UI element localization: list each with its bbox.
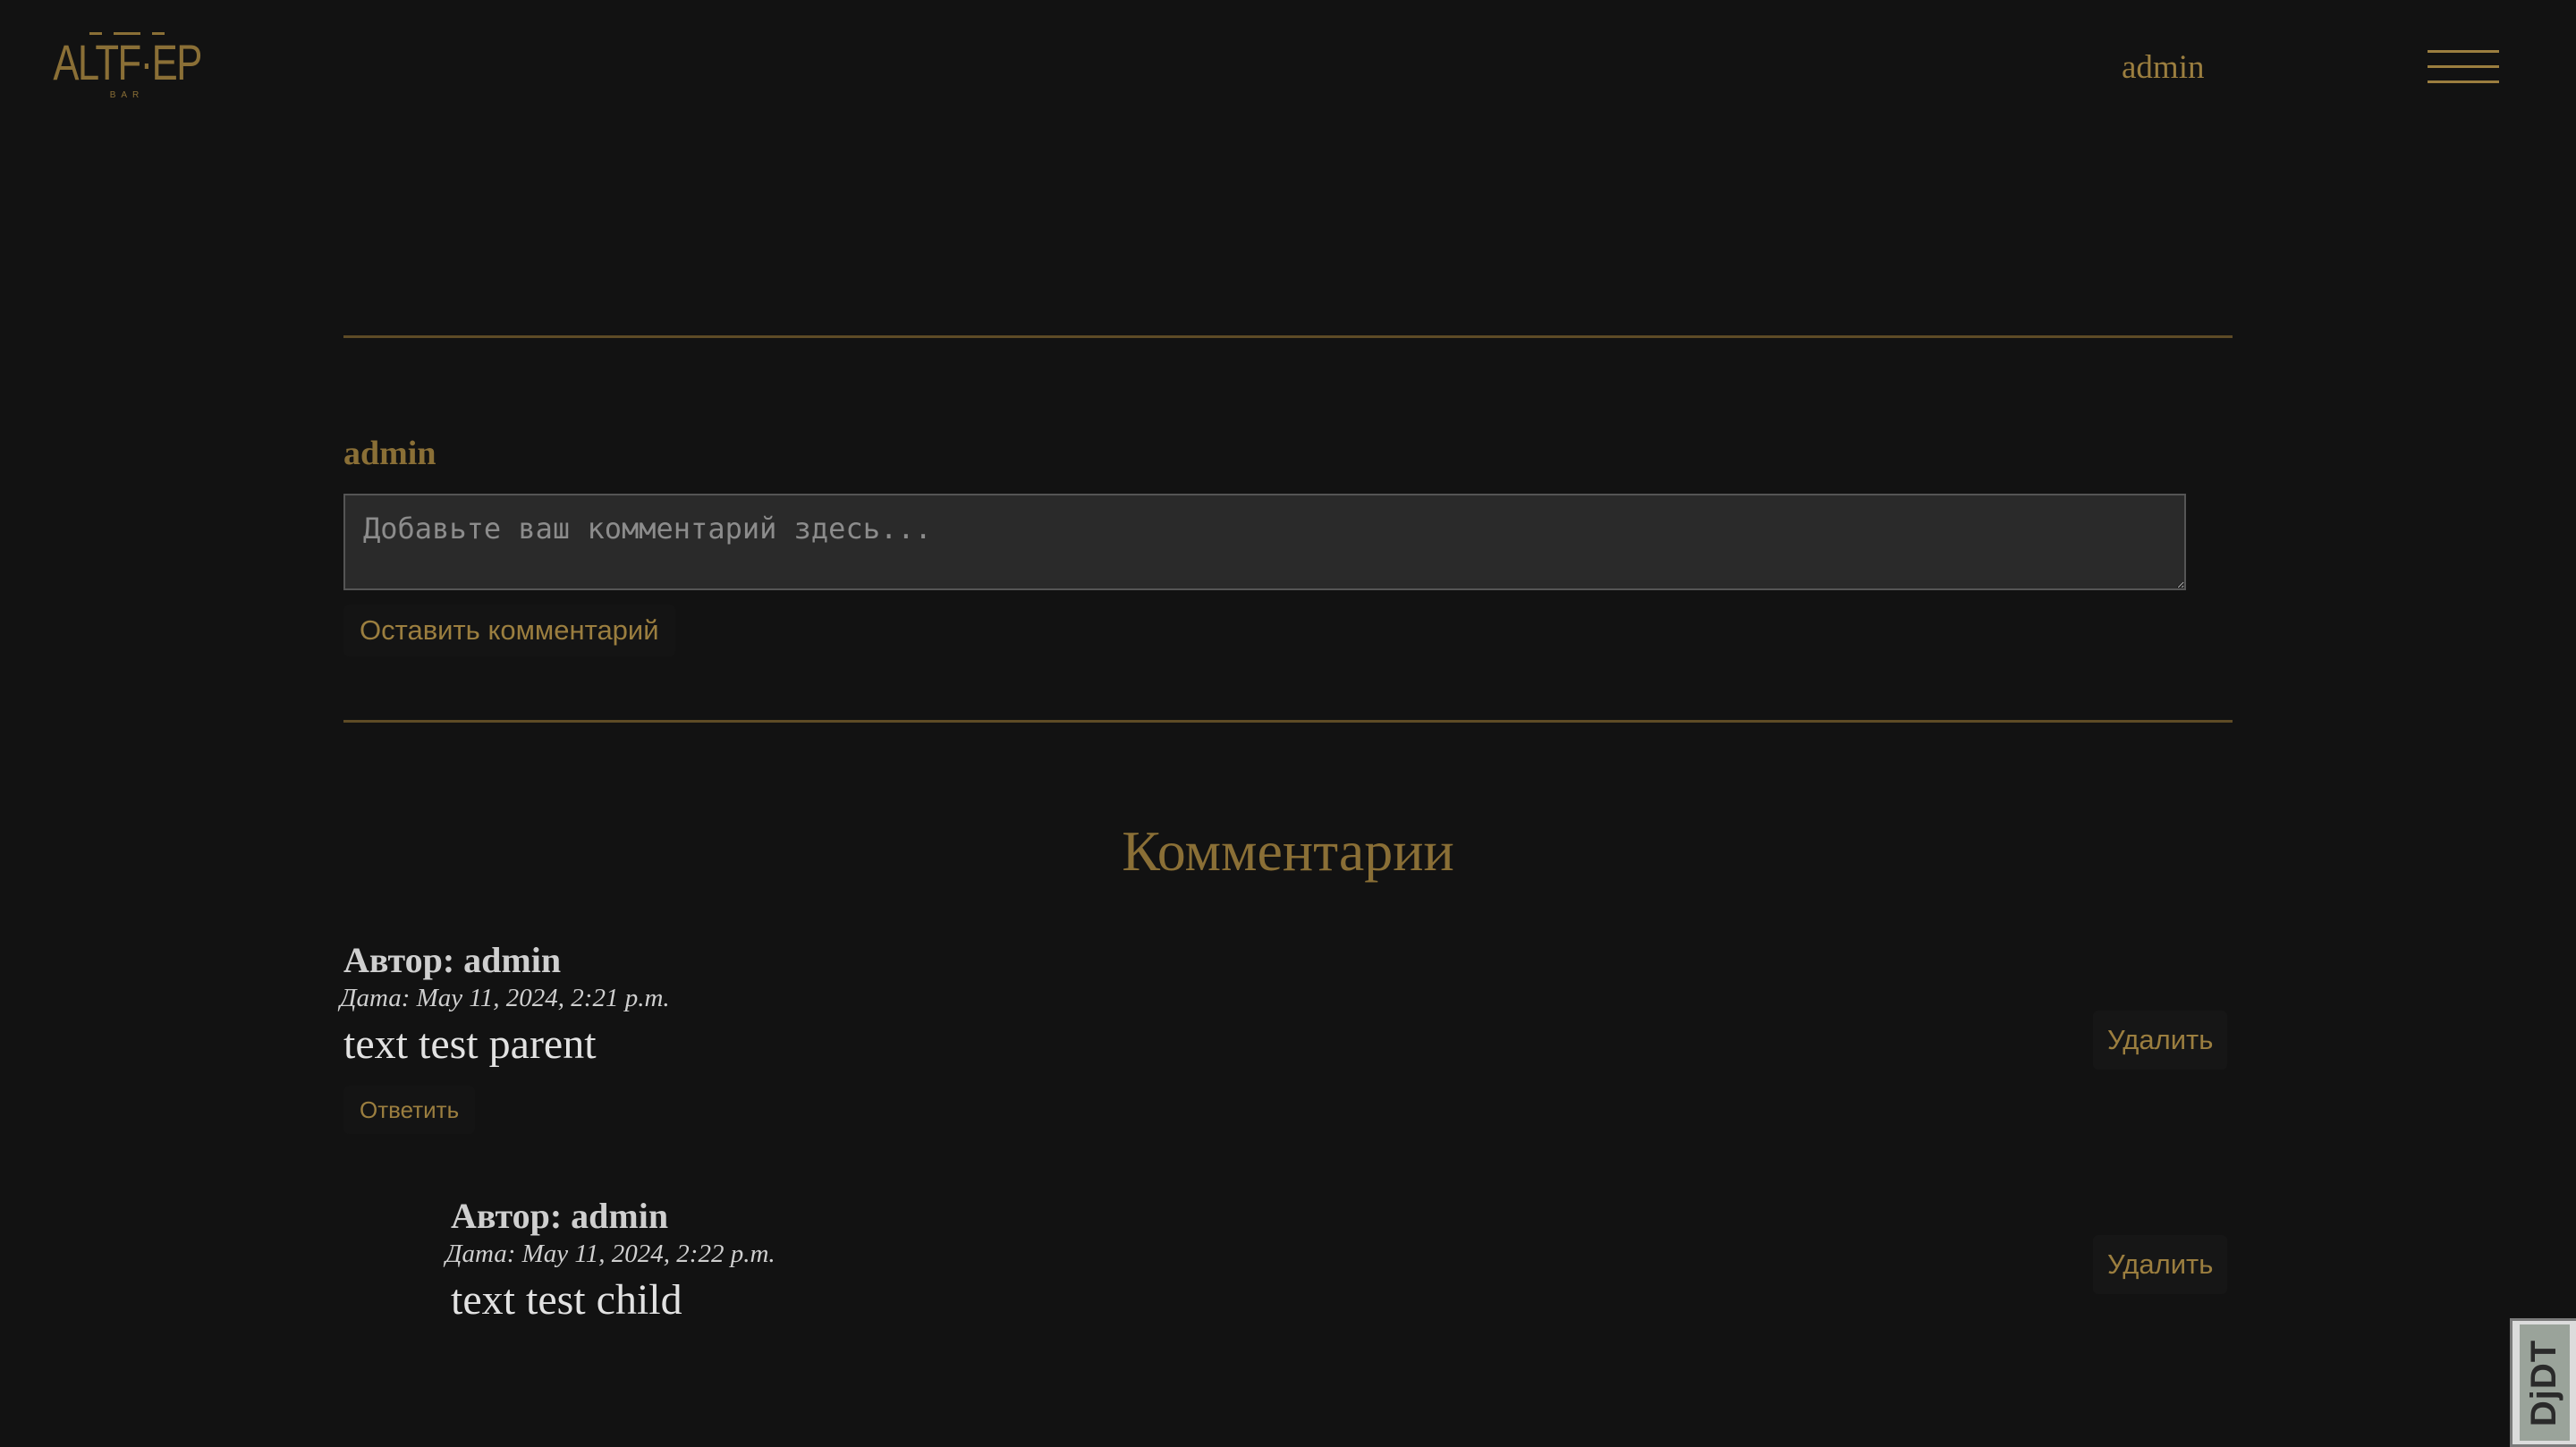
djdt-inner: DjDT <box>2519 1324 2570 1441</box>
comment-author: Автор: admin <box>343 940 562 980</box>
comments-section-title: Комментарии <box>1122 819 1454 883</box>
logo[interactable]: ALTF·EP BAR <box>53 27 202 111</box>
logo-subtext: BAR <box>109 90 145 100</box>
comment-author: Автор: admin <box>451 1196 669 1236</box>
djdt-label: DjDT <box>2524 1339 2564 1426</box>
delete-comment-button[interactable]: Удалить <box>2093 1011 2228 1070</box>
reply-button[interactable]: Ответить <box>343 1086 476 1134</box>
comment-date: Дата: May 11, 2024, 2:22 p.m. <box>445 1240 775 1268</box>
page: ALTF·EP BAR admin admin Оставить коммент… <box>0 0 2576 1447</box>
comment-date: Дата: May 11, 2024, 2:21 p.m. <box>340 984 670 1012</box>
submit-comment-button[interactable]: Оставить комментарий <box>343 605 675 656</box>
django-debug-toolbar-handle[interactable]: DjDT <box>2510 1318 2576 1447</box>
comment-form-username: admin <box>343 435 436 472</box>
delete-comment-button[interactable]: Удалить <box>2093 1235 2228 1294</box>
nav-username-link[interactable]: admin <box>2122 47 2204 89</box>
comment-text: text test parent <box>343 1020 597 1068</box>
logo-text: ALTF·EP <box>53 34 202 90</box>
comment-text: text test child <box>451 1276 682 1324</box>
divider-bottom <box>343 720 2233 723</box>
hamburger-menu-icon[interactable] <box>2428 50 2499 86</box>
comment-textarea[interactable] <box>343 494 2186 590</box>
divider-top <box>343 335 2233 338</box>
